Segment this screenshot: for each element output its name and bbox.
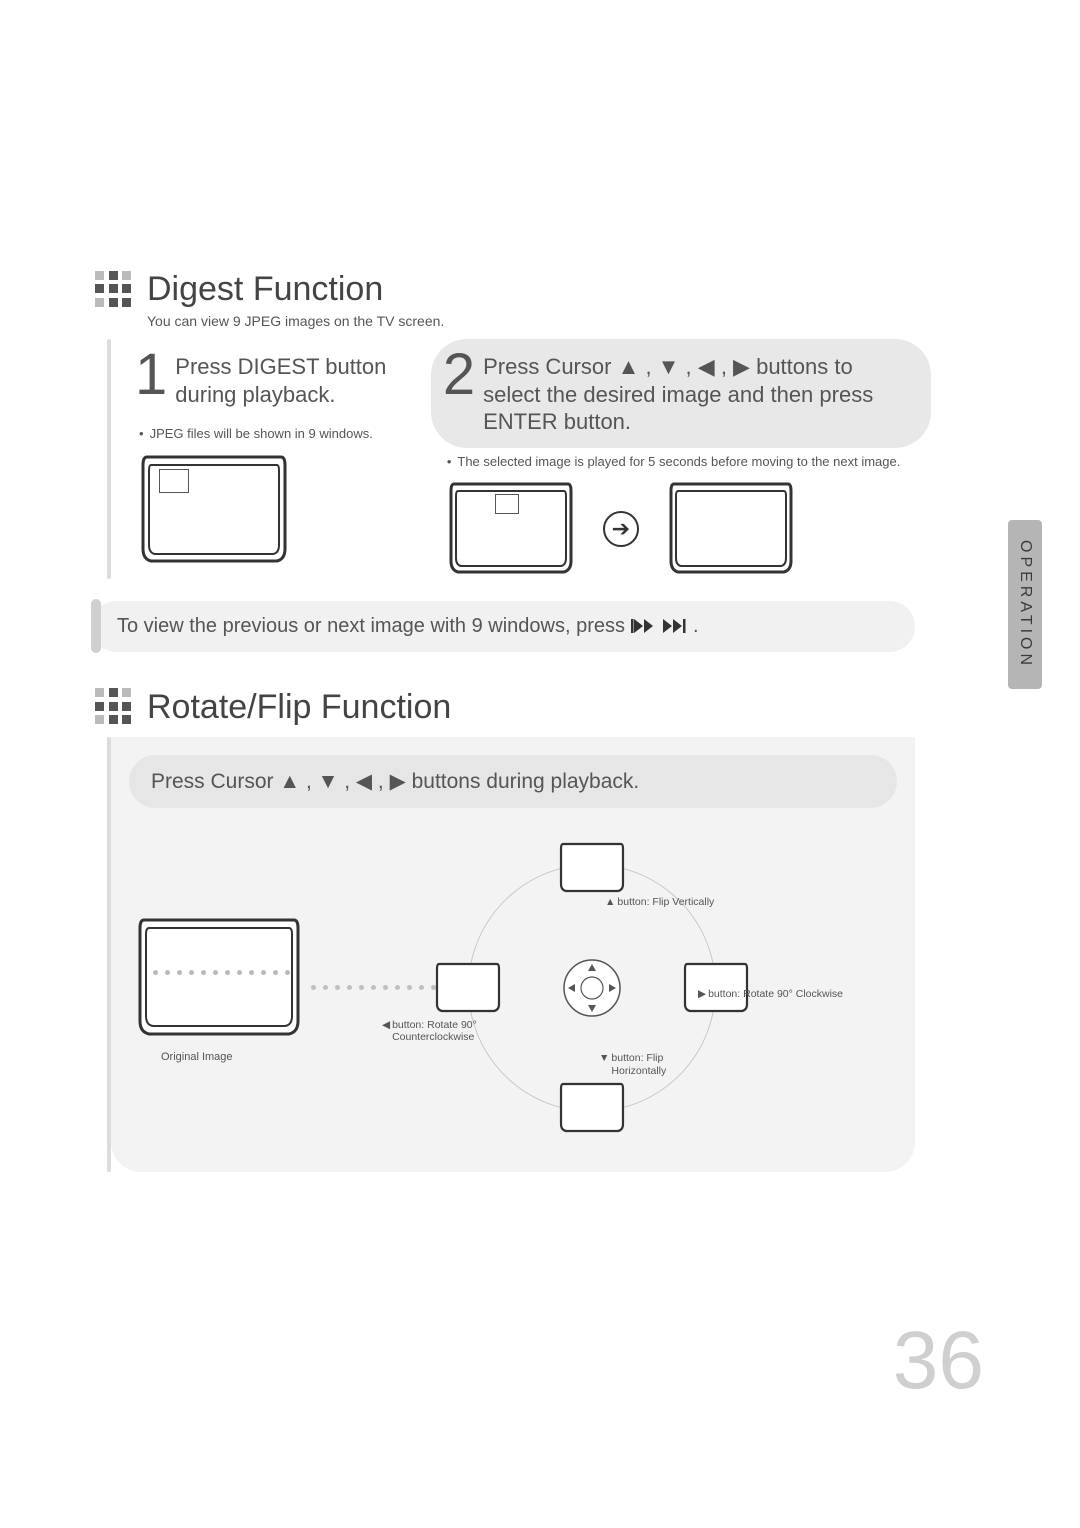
mini-tv-icon (558, 840, 626, 896)
step-1-note: JPEG files will be shown in 9 windows. (139, 426, 419, 441)
thumb-box (159, 469, 189, 493)
skip-prev-next-icon (631, 617, 687, 635)
step-2-column: 2 Press Cursor ▲ , ▼ , ◀ , ▶ buttons to … (437, 339, 915, 579)
section-title: Digest Function (147, 270, 383, 309)
caption-down: ▼ button: Flip Horizontally (599, 1052, 716, 1077)
vertical-divider (107, 339, 111, 579)
section-heading-digest: Digest Function (95, 270, 915, 309)
arrow-right-circle-icon: ➔ (603, 511, 639, 547)
step-number: 1 (135, 349, 167, 401)
rotate-instruction: Press Cursor ▲ , ▼ , ◀ , ▶ buttons durin… (129, 755, 897, 808)
section-subtitle: You can view 9 JPEG images on the TV scr… (147, 313, 915, 329)
direction-wheel: ▲ button: Flip Vertically ▼ button: Flip… (462, 858, 722, 1118)
side-tab-operation: OPERATION (1008, 520, 1042, 689)
caption-left: ◀ button: Rotate 90° Counterclockwise (382, 1019, 502, 1044)
digest-footer-note: To view the previous or next image with … (91, 601, 915, 652)
step-1-text: Press DIGEST button during playback. (175, 349, 401, 408)
page-number: 36 (893, 1314, 984, 1408)
original-image-label: Original Image (161, 1051, 303, 1063)
dpad-icon (562, 958, 622, 1018)
caption-right: ▶ button: Rotate 90° Clockwise (698, 988, 848, 1001)
tv-illustration (447, 479, 575, 579)
step-1-column: 1 Press DIGEST button during playback. J… (129, 339, 419, 579)
section-title: Rotate/Flip Function (147, 688, 451, 727)
grid-3x3-icon (95, 271, 133, 309)
mini-tv-icon (558, 1080, 626, 1136)
step-2-note: The selected image is played for 5 secon… (447, 454, 915, 469)
dot-trail (311, 985, 448, 990)
step-2-text: Press Cursor ▲ , ▼ , ◀ , ▶ buttons to se… (483, 349, 897, 436)
section-heading-rotate: Rotate/Flip Function (95, 688, 915, 727)
grid-3x3-icon (95, 688, 133, 726)
tv-original-image (135, 913, 303, 1043)
tv-illustration (667, 479, 795, 579)
tv-illustration (139, 451, 289, 569)
caption-up: ▲ button: Flip Vertically (605, 896, 714, 909)
step-number: 2 (443, 349, 475, 401)
mini-tv-icon (434, 960, 502, 1016)
thumb-box (495, 494, 519, 514)
